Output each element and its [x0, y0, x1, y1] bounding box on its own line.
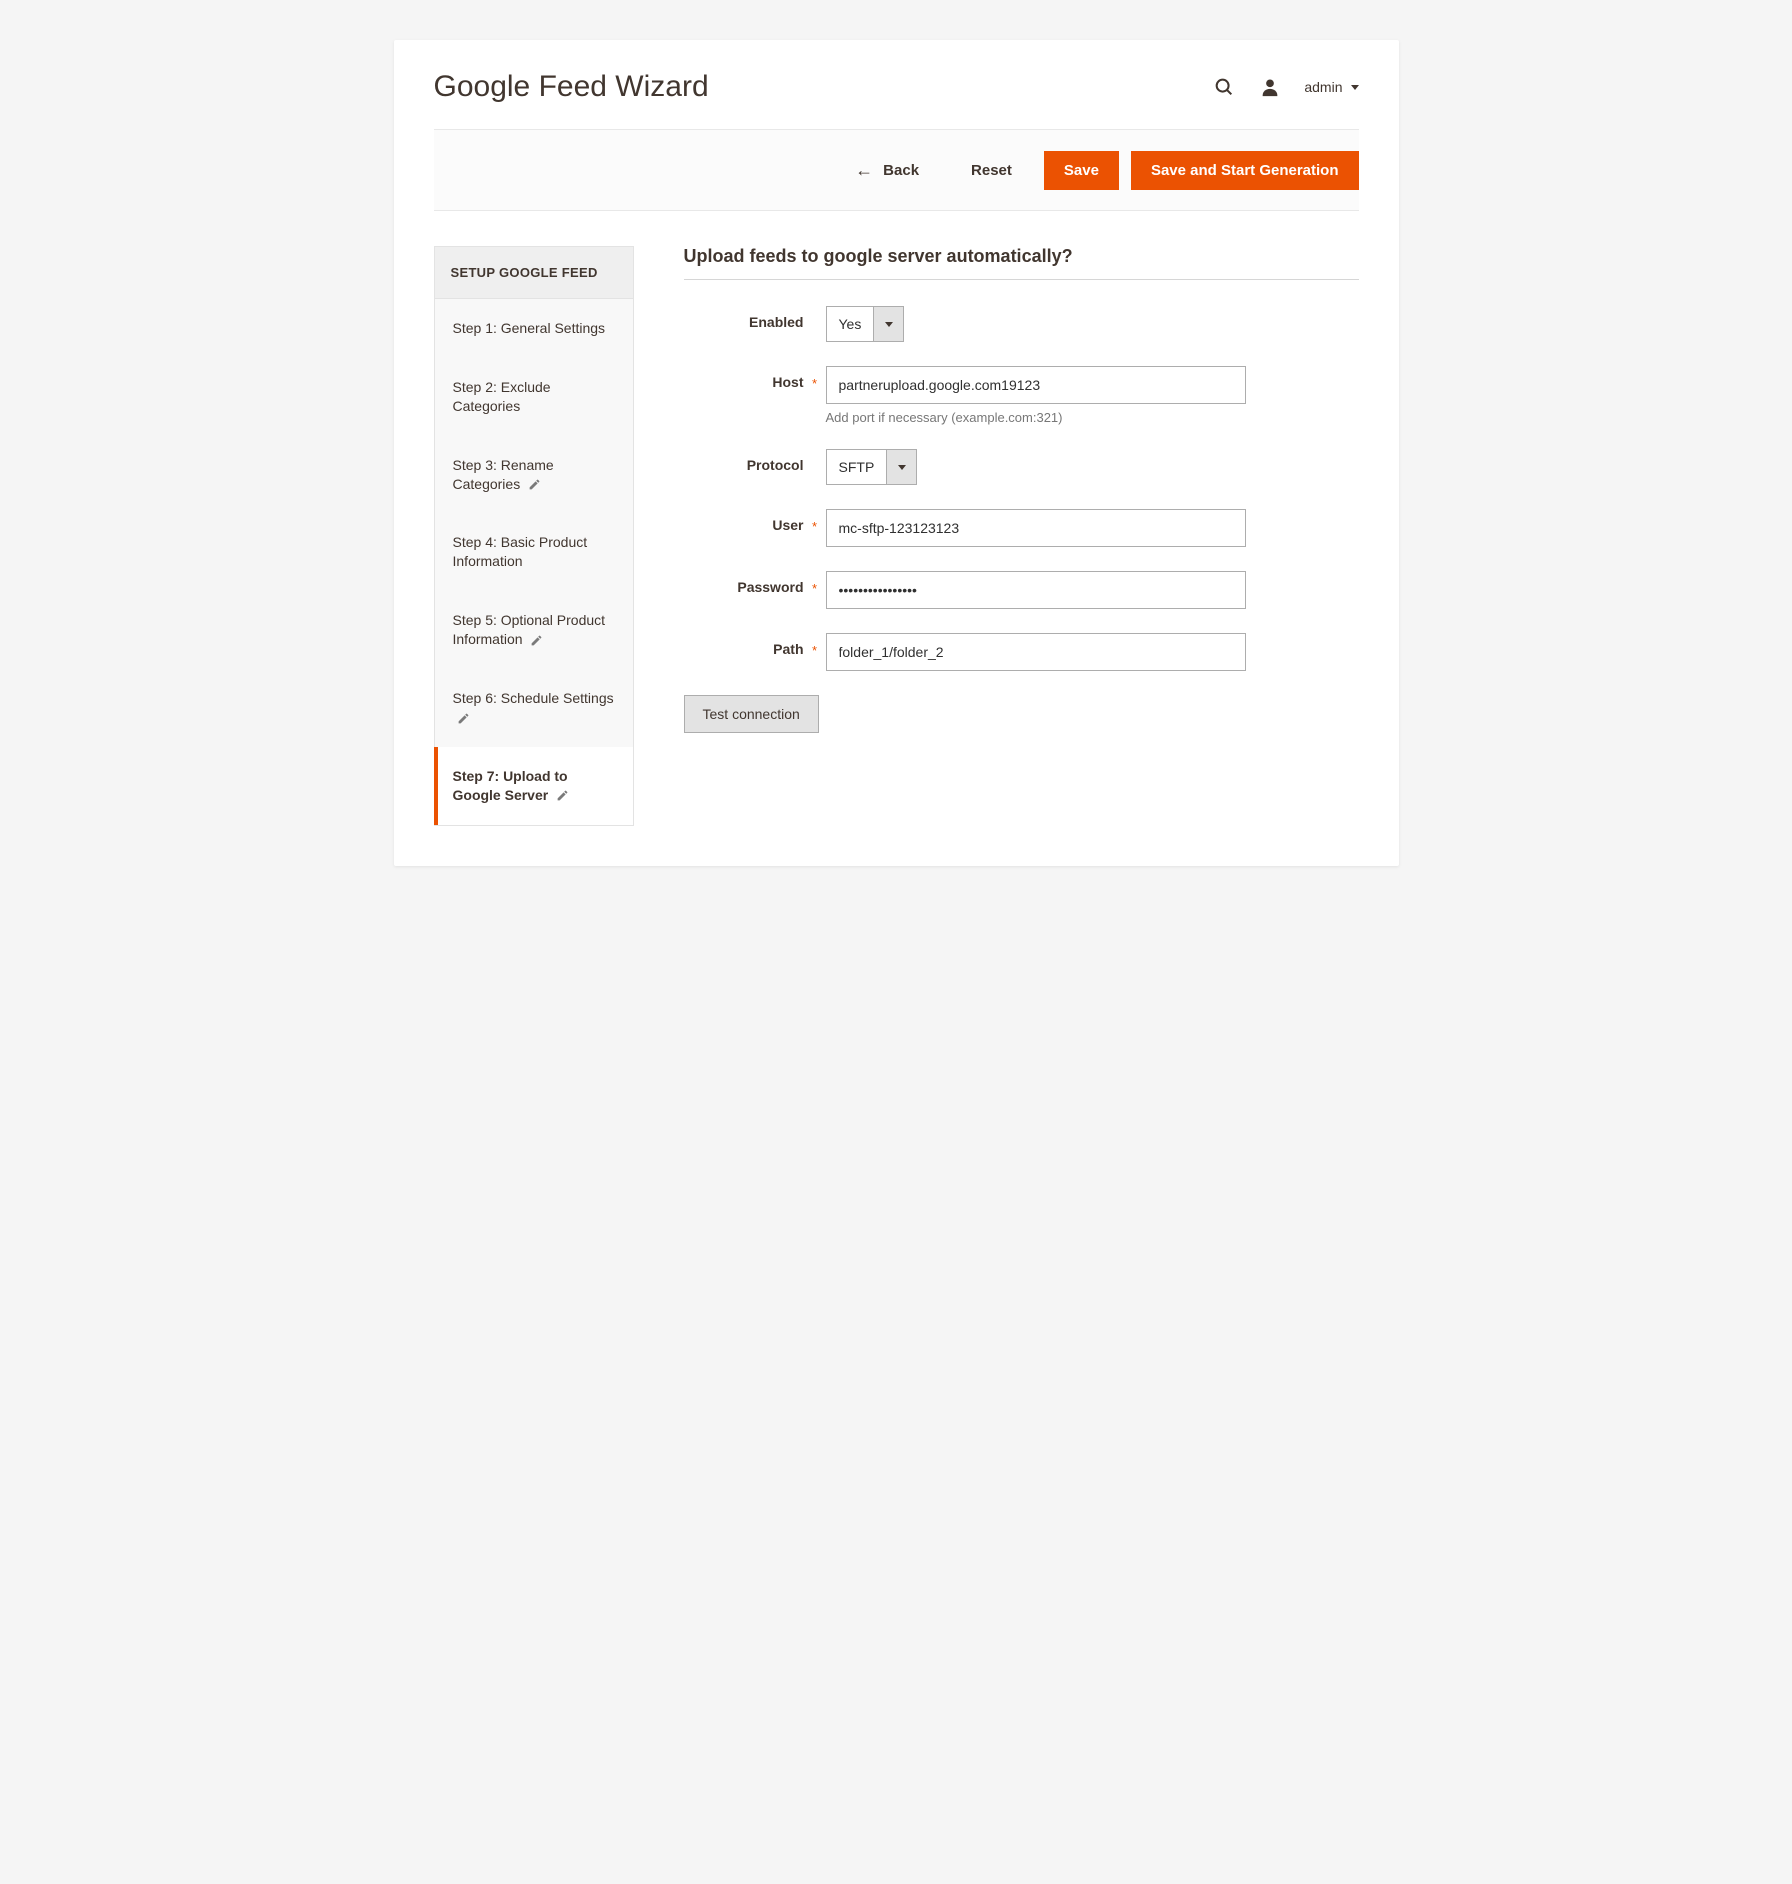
page-card: Google Feed Wizard admin ←: [394, 40, 1399, 866]
path-input[interactable]: [826, 633, 1246, 671]
pencil-icon: [530, 634, 543, 647]
back-button[interactable]: ← Back: [835, 150, 939, 190]
section-title: Upload feeds to google server automatica…: [684, 246, 1359, 280]
row-host: Host * Add port if necessary (example.co…: [684, 366, 1359, 425]
pencil-icon: [528, 478, 541, 491]
save-start-button[interactable]: Save and Start Generation: [1131, 151, 1359, 190]
required-star: *: [804, 509, 826, 534]
page-title: Google Feed Wizard: [434, 70, 709, 104]
row-path: Path *: [684, 633, 1359, 671]
sidebar-item-label: Step 7: Upload to Google Server: [453, 768, 568, 803]
search-icon[interactable]: [1212, 75, 1236, 99]
sidebar-item-label: Step 4: Basic Product Information: [453, 534, 588, 569]
sidebar-header: SETUP GOOGLE FEED: [435, 247, 633, 299]
host-input[interactable]: [826, 366, 1246, 404]
label-host: Host: [684, 366, 804, 390]
main-panel: Upload feeds to google server automatica…: [684, 246, 1359, 826]
sidebar-item-label: Step 1: General Settings: [453, 320, 606, 336]
test-connection-button[interactable]: Test connection: [684, 695, 819, 733]
sidebar-item-step-4[interactable]: Step 4: Basic Product Information: [435, 513, 633, 591]
arrow-left-icon: ←: [855, 161, 873, 179]
label-password: Password: [684, 571, 804, 595]
pencil-icon: [556, 789, 569, 802]
sidebar-item-step-1[interactable]: Step 1: General Settings: [435, 299, 633, 358]
sidebar-item-step-6[interactable]: Step 6: Schedule Settings: [435, 669, 633, 747]
admin-dropdown[interactable]: admin: [1304, 79, 1358, 95]
page-header: Google Feed Wizard admin: [434, 70, 1359, 129]
chevron-down-icon: [873, 307, 903, 341]
reset-button[interactable]: Reset: [951, 151, 1032, 190]
sidebar-item-step-2[interactable]: Step 2: Exclude Categories: [435, 358, 633, 436]
sidebar-item-label: Step 6: Schedule Settings: [453, 690, 614, 706]
sidebar-item-label: Step 2: Exclude Categories: [453, 379, 551, 414]
sidebar-item-label: Step 5: Optional Product Information: [453, 612, 606, 647]
user-icon[interactable]: [1258, 75, 1282, 99]
required-star: *: [804, 571, 826, 596]
sidebar-item-step-5[interactable]: Step 5: Optional Product Information: [435, 591, 633, 669]
chevron-down-icon: [886, 450, 916, 484]
row-password: Password *: [684, 571, 1359, 609]
sidebar: SETUP GOOGLE FEED Step 1: General Settin…: [434, 246, 634, 826]
sidebar-item-step-3[interactable]: Step 3: Rename Categories: [435, 436, 633, 514]
user-input[interactable]: [826, 509, 1246, 547]
sidebar-items: Step 1: General Settings Step 2: Exclude …: [435, 299, 633, 825]
required-star: *: [804, 366, 826, 391]
row-user: User *: [684, 509, 1359, 547]
header-actions: admin: [1212, 75, 1358, 99]
label-protocol: Protocol: [684, 449, 804, 473]
row-test: Test connection: [684, 695, 1359, 733]
chevron-down-icon: [1351, 85, 1359, 90]
enabled-select[interactable]: Yes: [826, 306, 905, 342]
action-bar: ← Back Reset Save Save and Start Generat…: [434, 129, 1359, 211]
pencil-icon: [457, 712, 470, 725]
row-protocol: Protocol SFTP: [684, 449, 1359, 485]
required-star: *: [804, 633, 826, 658]
protocol-select[interactable]: SFTP: [826, 449, 918, 485]
save-button[interactable]: Save: [1044, 151, 1119, 190]
content: SETUP GOOGLE FEED Step 1: General Settin…: [434, 211, 1359, 826]
label-enabled: Enabled: [684, 306, 804, 330]
label-path: Path: [684, 633, 804, 657]
sidebar-item-step-7[interactable]: Step 7: Upload to Google Server: [434, 747, 633, 825]
password-input[interactable]: [826, 571, 1246, 609]
admin-label: admin: [1304, 79, 1342, 95]
row-enabled: Enabled Yes: [684, 306, 1359, 342]
label-user: User: [684, 509, 804, 533]
host-hint: Add port if necessary (example.com:321): [826, 410, 1246, 425]
